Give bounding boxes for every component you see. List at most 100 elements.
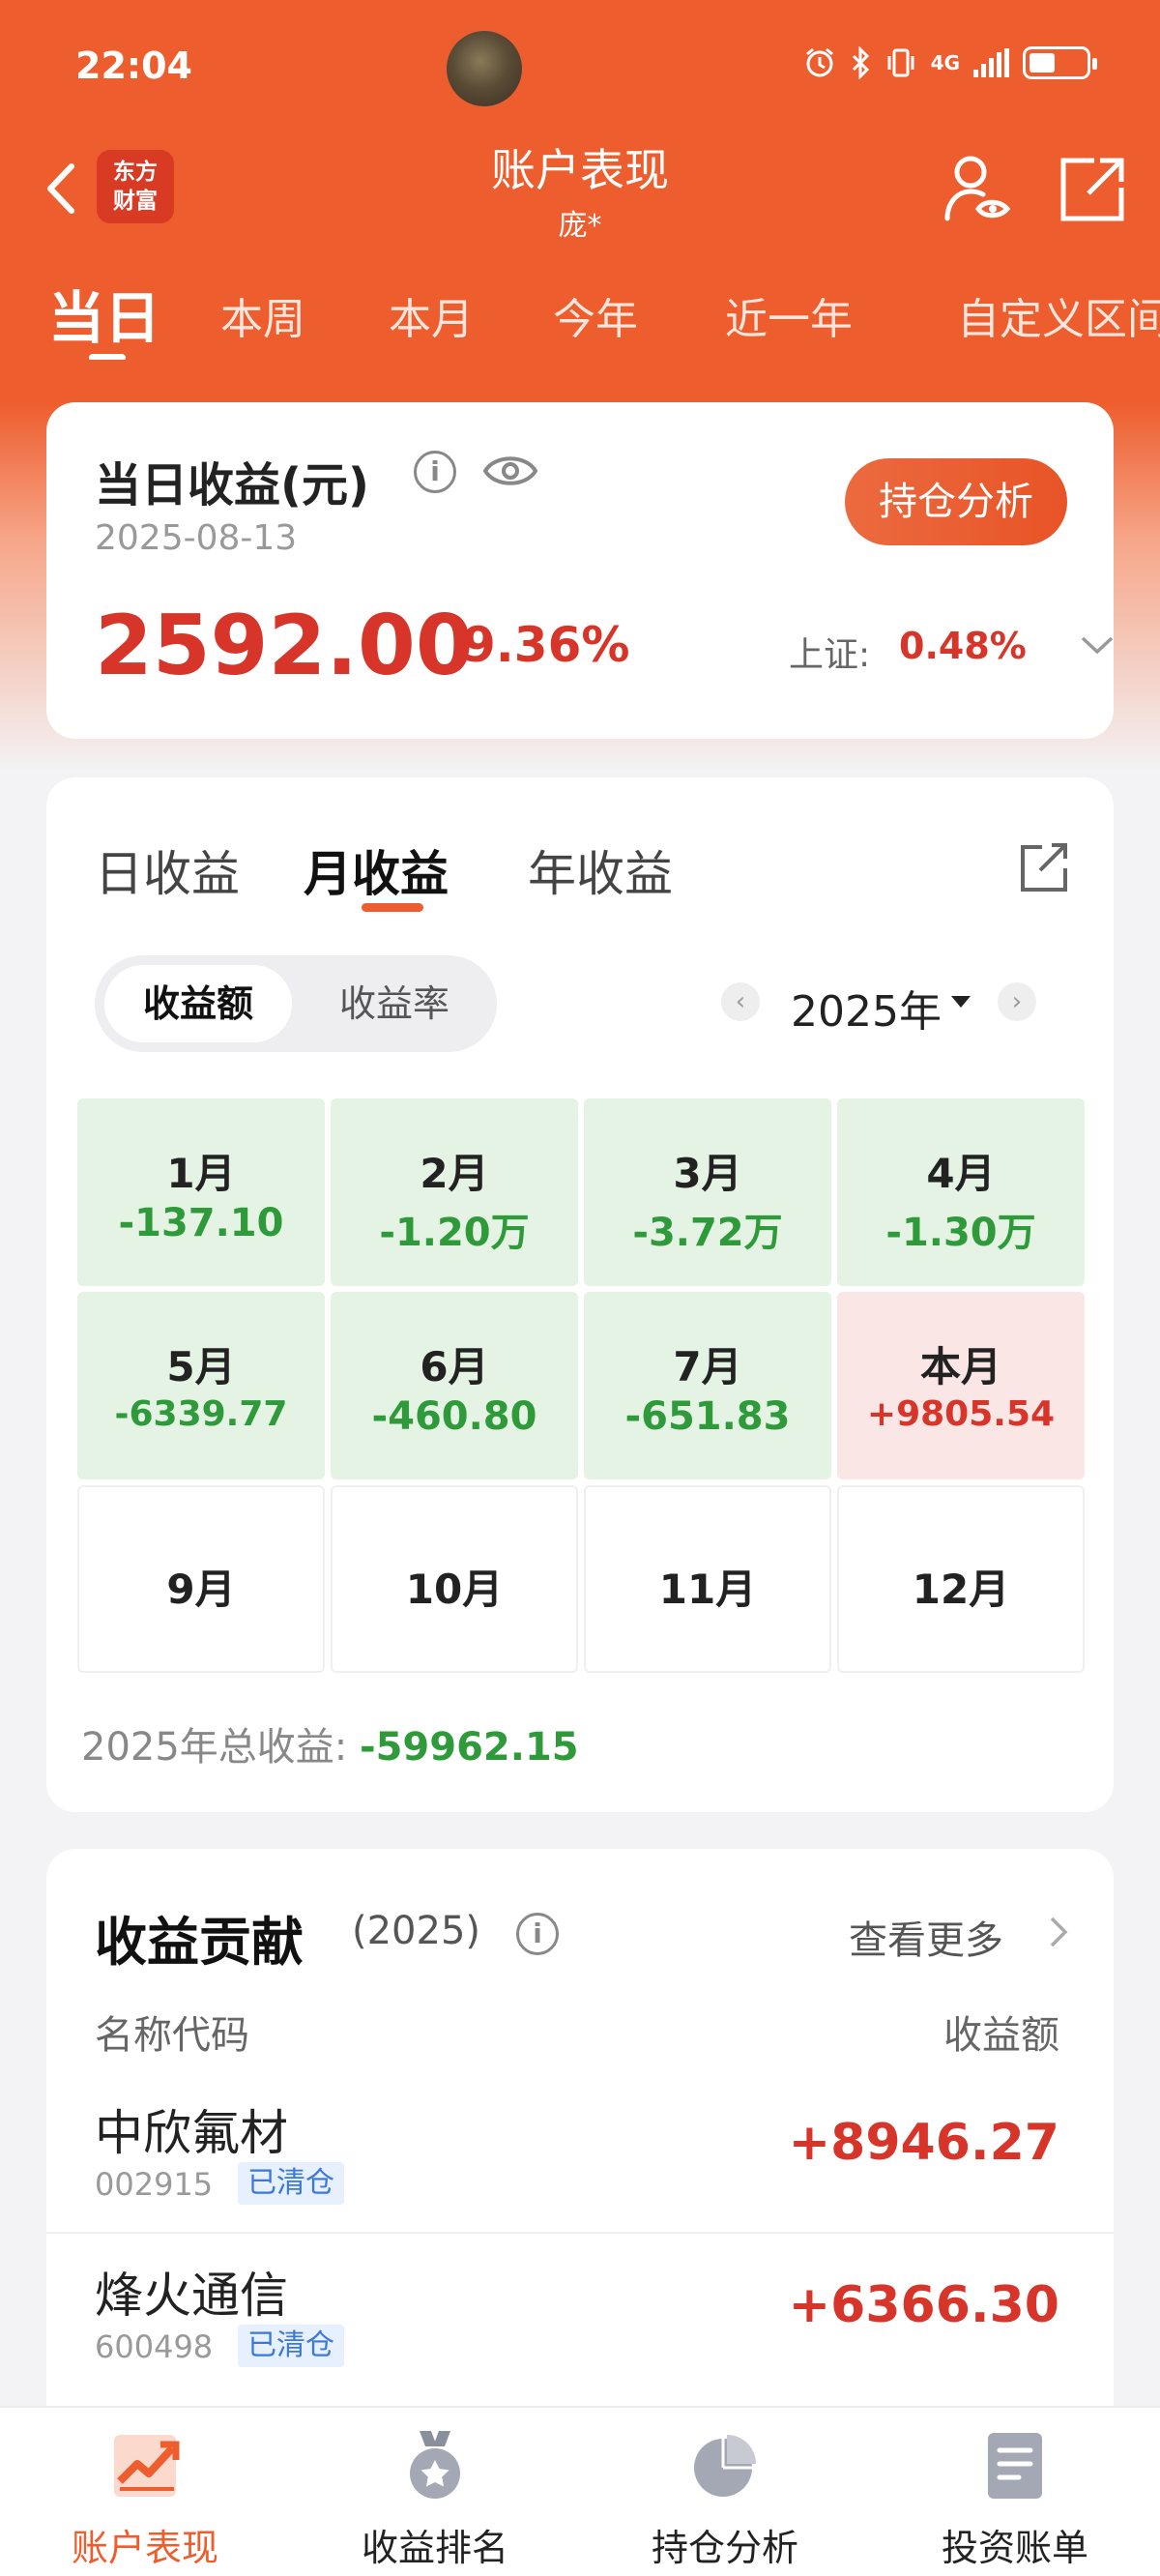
month-label: 5月 bbox=[166, 1343, 236, 1390]
monthly-earnings-card: 日收益 月收益 年收益 收益额 收益率 ‹ 2025年 › 1月 -137.10… bbox=[46, 777, 1114, 1812]
month-cell[interactable]: 12月 bbox=[837, 1485, 1085, 1673]
next-year-button[interactable]: › bbox=[998, 982, 1036, 1021]
status-bar: 22:04 4G bbox=[0, 0, 1160, 135]
nav-holdings-analysis[interactable]: 持仓分析 bbox=[580, 2408, 870, 2576]
bill-icon bbox=[988, 2433, 1042, 2499]
share-icon[interactable] bbox=[1015, 839, 1071, 895]
today-date: 2025-08-13 bbox=[95, 518, 298, 558]
index-label: 上证: bbox=[789, 635, 871, 675]
month-value: -1.20万 bbox=[379, 1211, 530, 1255]
tab-daily-earnings[interactable]: 日收益 bbox=[95, 835, 240, 905]
status-time: 22:04 bbox=[75, 44, 192, 87]
month-cell[interactable]: 6月 -460.80 bbox=[331, 1292, 578, 1479]
toggle-amount[interactable]: 收益额 bbox=[104, 965, 292, 1042]
month-label: 本月 bbox=[919, 1343, 1001, 1390]
network-type: 4G bbox=[930, 51, 960, 74]
share-icon[interactable] bbox=[1056, 153, 1129, 226]
info-icon[interactable]: i bbox=[516, 1913, 559, 1955]
stock-code: 600498 bbox=[95, 2328, 214, 2365]
status-icons: 4G bbox=[803, 46, 1097, 79]
month-cell[interactable]: 4月 -1.30万 bbox=[837, 1098, 1085, 1286]
month-value: -1.30万 bbox=[885, 1211, 1036, 1255]
tab-week[interactable]: 本周 bbox=[220, 284, 305, 346]
tab-active-indicator bbox=[89, 354, 126, 360]
month-cell[interactable]: 3月 -3.72万 bbox=[584, 1098, 831, 1286]
bluetooth-icon bbox=[852, 46, 869, 79]
month-label: 1月 bbox=[166, 1150, 236, 1197]
month-cell[interactable]: 9月 bbox=[77, 1485, 325, 1673]
nav-label: 收益排名 bbox=[361, 2527, 508, 2569]
tab-month[interactable]: 本月 bbox=[389, 284, 474, 346]
prev-year-button[interactable]: ‹ bbox=[721, 982, 760, 1021]
month-grid: 1月 -137.10 2月 -1.20万 3月 -3.72万 4月 -1.30万… bbox=[77, 1098, 1085, 1673]
column-header-name: 名称代码 bbox=[95, 2013, 249, 2058]
medal-icon bbox=[410, 2431, 460, 2499]
nav-investment-bill[interactable]: 投资账单 bbox=[870, 2408, 1160, 2576]
month-value: -460.80 bbox=[371, 1394, 537, 1439]
month-cell[interactable]: 10月 bbox=[331, 1485, 578, 1673]
camera-cutout bbox=[447, 31, 522, 106]
toggle-rate[interactable]: 收益率 bbox=[302, 965, 487, 1042]
tab-monthly-earnings[interactable]: 月收益 bbox=[304, 835, 449, 905]
year-total-label: 2025年总收益: bbox=[81, 1725, 348, 1770]
month-label: 12月 bbox=[912, 1566, 1010, 1613]
info-icon[interactable]: i bbox=[414, 451, 456, 493]
year-selector[interactable]: 2025年 bbox=[791, 977, 942, 1039]
tab-last-year[interactable]: 近一年 bbox=[725, 284, 853, 346]
month-value: -651.83 bbox=[624, 1394, 791, 1439]
tab-year[interactable]: 今年 bbox=[553, 284, 638, 346]
chart-trend-icon bbox=[114, 2435, 180, 2497]
battery-icon bbox=[1023, 46, 1097, 79]
view-more-link[interactable]: 查看更多 bbox=[849, 1909, 1003, 1965]
month-cell[interactable]: 7月 -651.83 bbox=[584, 1292, 831, 1479]
month-label: 3月 bbox=[673, 1150, 742, 1197]
privacy-user-icon[interactable] bbox=[940, 151, 1017, 228]
stock-code: 002915 bbox=[95, 2166, 214, 2203]
holdings-analysis-button[interactable]: 持仓分析 bbox=[845, 458, 1067, 545]
month-label: 6月 bbox=[420, 1343, 489, 1390]
nav-label: 持仓分析 bbox=[651, 2527, 798, 2569]
stock-earnings: +8946.27 bbox=[788, 2114, 1059, 2172]
nav-label: 投资账单 bbox=[941, 2527, 1088, 2569]
month-label: 4月 bbox=[926, 1150, 996, 1197]
status-badge: 已清仓 bbox=[238, 2325, 344, 2367]
nav-label: 账户表现 bbox=[71, 2527, 218, 2569]
column-header-value: 收益额 bbox=[943, 2013, 1059, 2058]
stock-earnings: +6366.30 bbox=[788, 2276, 1059, 2334]
month-label: 10月 bbox=[405, 1566, 504, 1613]
month-cell[interactable]: 2月 -1.20万 bbox=[331, 1098, 578, 1286]
alarm-icon bbox=[805, 47, 833, 77]
chevron-down-icon[interactable] bbox=[1077, 630, 1117, 659]
today-earnings-card: 当日收益(元) i 2025-08-13 持仓分析 2592.00 9.36% … bbox=[46, 402, 1114, 739]
metric-toggle: 收益额 收益率 bbox=[95, 955, 497, 1052]
month-label: 9月 bbox=[166, 1566, 236, 1613]
contribution-year: (2025) bbox=[352, 1909, 481, 1953]
period-tabs: 当日 本周 本月 今年 近一年 自定义区间 bbox=[0, 273, 1160, 360]
month-label: 11月 bbox=[658, 1566, 757, 1613]
month-label: 7月 bbox=[673, 1343, 742, 1390]
tab-custom-range[interactable]: 自定义区间 bbox=[957, 284, 1160, 346]
month-cell[interactable]: 1月 -137.10 bbox=[77, 1098, 325, 1286]
tab-today[interactable]: 当日 bbox=[48, 273, 160, 354]
eye-icon[interactable] bbox=[481, 449, 539, 493]
stock-name: 烽火通信 bbox=[95, 2268, 288, 2324]
contribution-title: 收益贡献 bbox=[95, 1912, 304, 1973]
bottom-navigation: 账户表现 收益排名 持仓分析 投资账单 bbox=[0, 2406, 1160, 2576]
pie-chart-icon bbox=[694, 2435, 756, 2497]
nav-earnings-ranking[interactable]: 收益排名 bbox=[290, 2408, 580, 2576]
month-label: 2月 bbox=[420, 1150, 489, 1197]
list-item[interactable]: 中欣氟材 002915 已清仓 +8946.27 bbox=[46, 2071, 1114, 2234]
month-cell-current[interactable]: 本月 +9805.54 bbox=[837, 1292, 1085, 1479]
month-cell[interactable]: 11月 bbox=[584, 1485, 831, 1673]
nav-account-performance[interactable]: 账户表现 bbox=[0, 2408, 290, 2576]
year-total-value: -59962.15 bbox=[360, 1725, 579, 1770]
year-total: 2025年总收益: -59962.15 bbox=[81, 1715, 579, 1771]
month-value: -3.72万 bbox=[632, 1211, 783, 1255]
list-item[interactable]: 烽火通信 600498 已清仓 +6366.30 bbox=[46, 2234, 1114, 2396]
chevron-right-icon[interactable] bbox=[1046, 1913, 1071, 1951]
tab-yearly-earnings[interactable]: 年收益 bbox=[528, 835, 673, 905]
today-amount: 2592.00 bbox=[95, 598, 474, 694]
signal-icon bbox=[973, 48, 1009, 77]
month-value: -137.10 bbox=[118, 1201, 284, 1245]
month-cell[interactable]: 5月 -6339.77 bbox=[77, 1292, 325, 1479]
